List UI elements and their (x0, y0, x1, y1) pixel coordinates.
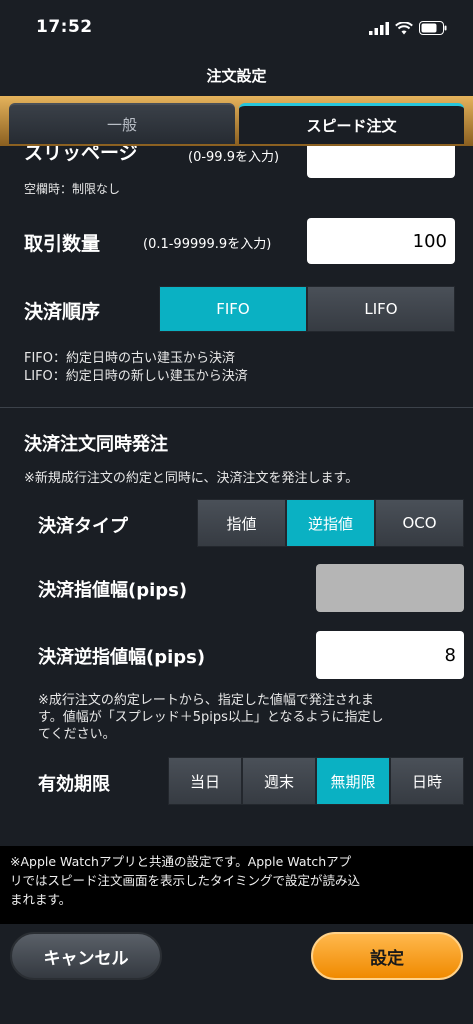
width-note-line: ※成行注文の約定レートから、指定した値幅で発注されま (38, 693, 374, 708)
section-divider (0, 407, 473, 408)
expiry-label: 有効期限 (38, 774, 110, 795)
cancel-button[interactable]: キャンセル (10, 932, 162, 980)
simultaneous-title: 決済注文同時発注 (24, 434, 168, 455)
limit-width-input[interactable] (316, 564, 464, 612)
wifi-icon (395, 21, 413, 34)
expiry-datetime[interactable]: 日時 (390, 757, 464, 805)
simultaneous-note: ※新規成行注文の約定と同時に、決済注文を発注します。 (24, 471, 359, 486)
tab-strip: 一般 スピード注文 (0, 96, 473, 146)
tab-speed-order[interactable]: スピード注文 (239, 103, 464, 144)
stop-width-input[interactable]: 8 (316, 631, 464, 679)
settlement-order-note-lifo: LIFO：約定日時の新しい建玉から決済 (24, 369, 248, 384)
footer-note-line: ※Apple Watchアプリと共通の設定です。Apple Watchアプ (10, 854, 352, 869)
settlement-type-stop[interactable]: 逆指値 (286, 499, 375, 547)
limit-width-label: 決済指値幅(pips) (38, 580, 188, 601)
width-note-line: てください。 (38, 727, 116, 742)
footer-note-line: まれます。 (10, 892, 72, 907)
quantity-input[interactable]: 100 (307, 218, 455, 264)
stop-width-label: 決済逆指値幅(pips) (38, 647, 206, 668)
settlement-order-segment: FIFO LIFO (159, 286, 455, 332)
slippage-input[interactable] (307, 146, 455, 178)
settings-content[interactable]: スリッページ (0-99.9を入力) 空欄時：制限なし 取引数量 (0.1-99… (0, 146, 473, 846)
quantity-label: 取引数量 (24, 233, 101, 255)
battery-icon (419, 21, 447, 35)
settlement-order-label: 決済順序 (24, 301, 101, 323)
width-note: ※成行注文の約定レートから、指定した値幅で発注されま す。値幅が「スプレッド＋5… (38, 692, 383, 743)
status-time: 17:52 (36, 17, 93, 37)
expiry-segment: 当日 週末 無期限 日時 (168, 757, 464, 805)
set-button[interactable]: 設定 (311, 932, 463, 980)
cellular-signal-icon (369, 21, 389, 35)
apple-watch-note: ※Apple Watchアプリと共通の設定です。Apple Watchアプ リで… (0, 846, 473, 924)
settlement-order-note-fifo: FIFO：約定日時の古い建玉から決済 (24, 351, 236, 366)
settlement-type-oco[interactable]: OCO (375, 499, 464, 547)
status-icons (369, 20, 447, 36)
settlement-order-fifo[interactable]: FIFO (159, 286, 307, 332)
tab-general[interactable]: 一般 (9, 103, 235, 144)
footer-note-line: リではスピード注文画面を表示したタイミングで設定が読み込 (10, 873, 361, 888)
width-note-line: す。値幅が「スプレッド＋5pips以上」となるように指定し (38, 710, 384, 725)
slippage-hint: (0-99.9を入力) (188, 150, 280, 165)
expiry-weekend[interactable]: 週末 (242, 757, 316, 805)
settlement-type-segment: 指値 逆指値 OCO (197, 499, 464, 547)
status-bar: 17:52 (0, 0, 473, 58)
settlement-type-limit[interactable]: 指値 (197, 499, 286, 547)
slippage-note: 空欄時：制限なし (24, 182, 121, 196)
expiry-today[interactable]: 当日 (168, 757, 242, 805)
settlement-order-lifo[interactable]: LIFO (307, 286, 455, 332)
settlement-type-label: 決済タイプ (38, 516, 128, 537)
quantity-hint: (0.1-99999.9を入力) (143, 237, 272, 252)
expiry-unlimited[interactable]: 無期限 (316, 757, 390, 805)
page-title: 注文設定 (206, 67, 267, 85)
slippage-label: スリッページ (24, 146, 138, 164)
